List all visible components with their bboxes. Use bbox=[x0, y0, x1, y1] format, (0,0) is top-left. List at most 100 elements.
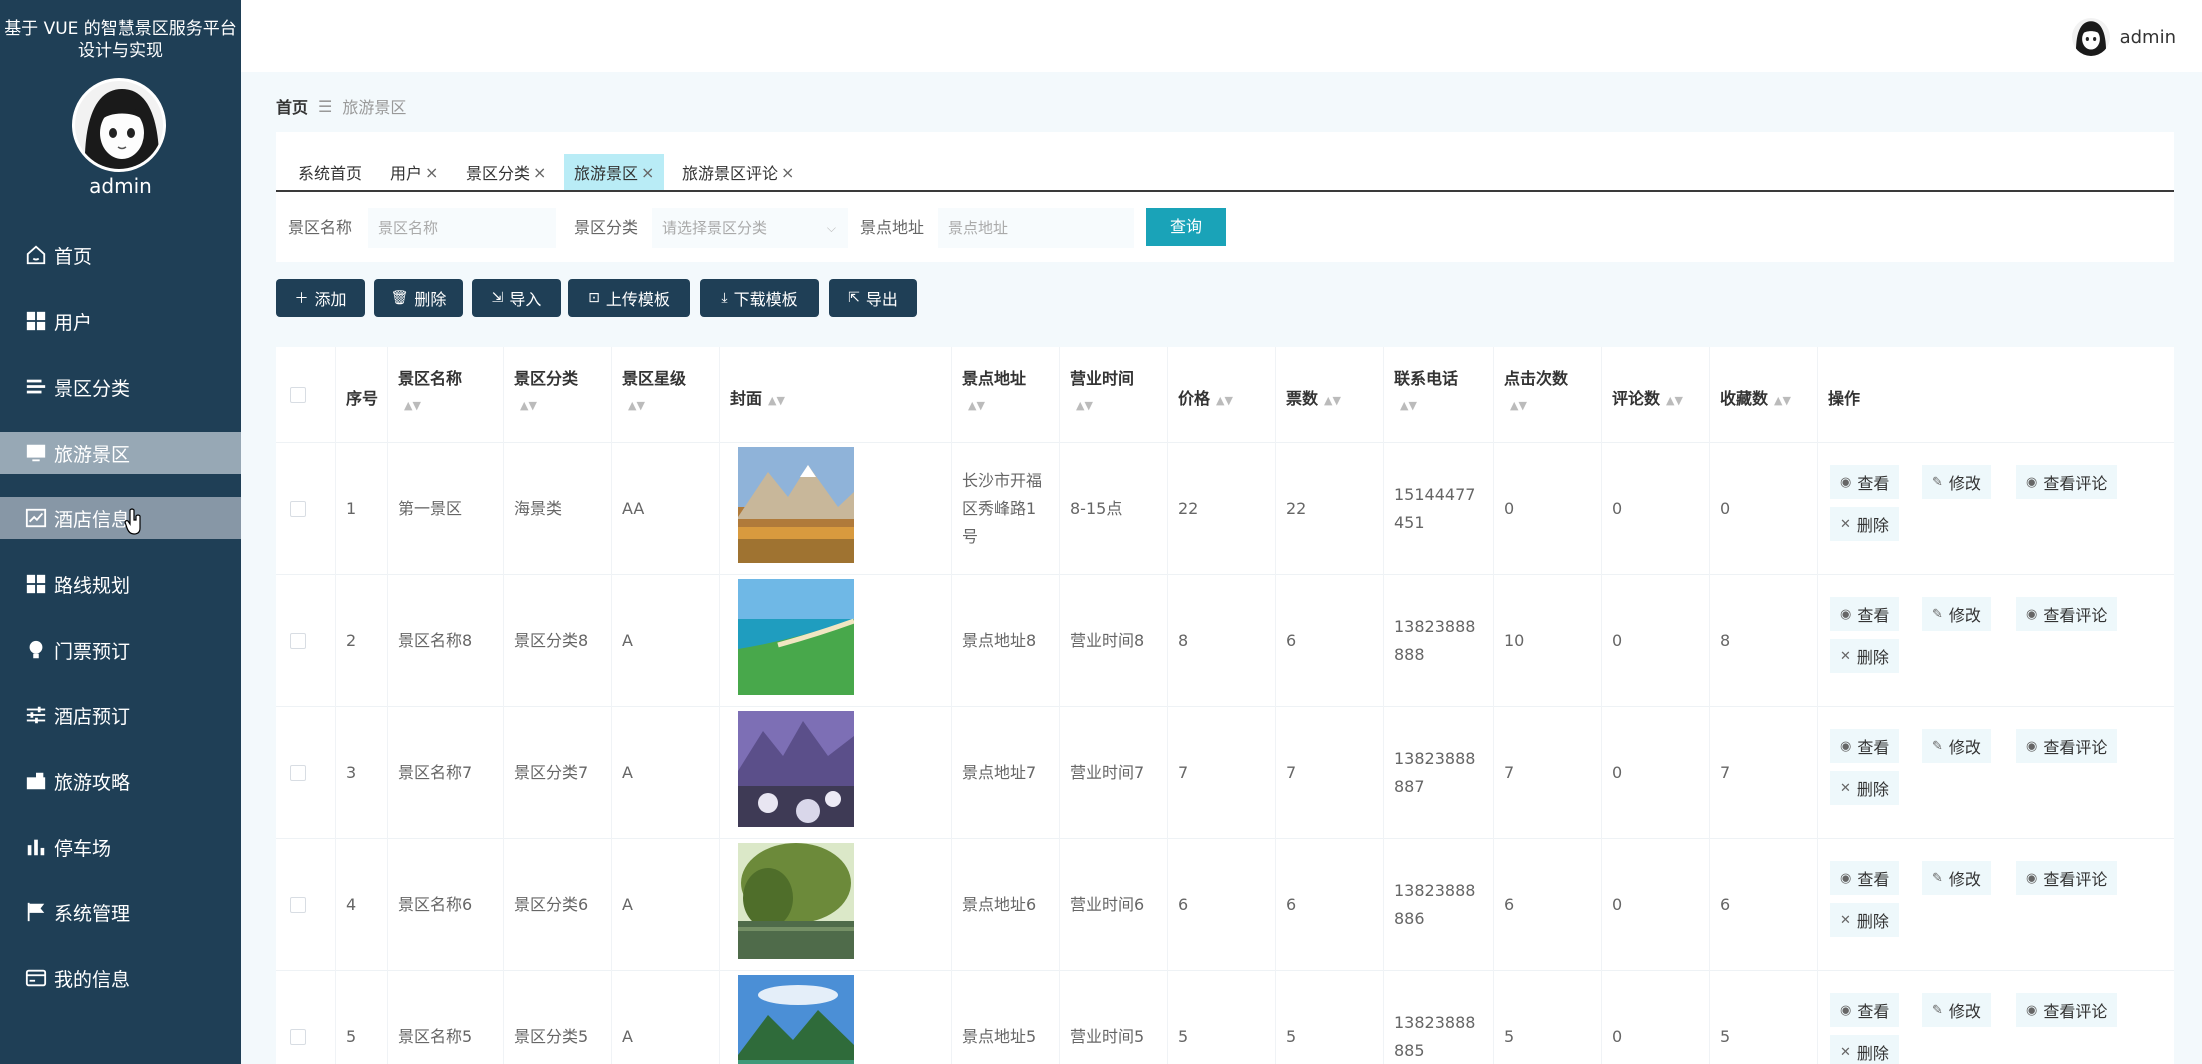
sidebar-item-parking[interactable]: 停车场 bbox=[0, 826, 241, 868]
close-icon[interactable]: × bbox=[781, 163, 794, 182]
cover-image[interactable] bbox=[738, 711, 854, 827]
sort-icon[interactable]: ▲▼ bbox=[1324, 394, 1341, 407]
query-button[interactable]: 查询 bbox=[1146, 208, 1226, 246]
header-actions: 操作 bbox=[1818, 347, 2174, 443]
sidebar-avatar[interactable] bbox=[72, 78, 166, 172]
tab-scenic[interactable]: 旅游景区 × bbox=[564, 154, 665, 190]
sort-icon[interactable]: ▲▼ bbox=[628, 399, 645, 412]
header-category[interactable]: 景区分类 ▲▼ bbox=[504, 347, 612, 443]
sidebar-item-home[interactable]: 首页 bbox=[0, 234, 241, 276]
row-checkbox[interactable] bbox=[290, 1029, 306, 1045]
category-filter-select[interactable]: 请选择景区分类 ⌵ bbox=[652, 208, 848, 248]
address-filter-input[interactable]: 景点地址 bbox=[938, 208, 1134, 248]
export-button[interactable]: ⇱ 导出 bbox=[829, 279, 917, 317]
view-action-button[interactable]: ◉ 查看 bbox=[1830, 861, 1900, 895]
sidebar-item-hotels[interactable]: 酒店信息 bbox=[0, 497, 241, 539]
sidebar-item-users[interactable]: 用户 bbox=[0, 300, 241, 342]
tab-home[interactable]: 系统首页 bbox=[288, 154, 372, 190]
sidebar-item-categories[interactable]: 景区分类 bbox=[0, 366, 241, 408]
cover-image[interactable] bbox=[738, 447, 854, 563]
filter-row: 景区名称 景区名称 景区分类 请选择景区分类 ⌵ 景点地址 景点地址 查询 bbox=[276, 208, 2174, 248]
download-template-label: 下载模板 bbox=[733, 290, 798, 309]
edit-action-button[interactable]: ✎ 修改 bbox=[1922, 993, 1991, 1027]
tab-categories[interactable]: 景区分类 × bbox=[456, 154, 556, 190]
view-action-button[interactable]: ◉ 查看 bbox=[1830, 729, 1900, 763]
header-favorites[interactable]: 收藏数 ▲▼ bbox=[1710, 347, 1818, 443]
close-icon[interactable]: × bbox=[641, 163, 654, 182]
header-name[interactable]: 景区名称 ▲▼ bbox=[388, 347, 504, 443]
sort-icon[interactable]: ▲▼ bbox=[1400, 399, 1417, 412]
select-all-checkbox[interactable] bbox=[290, 387, 306, 403]
edit-action-button[interactable]: ✎ 修改 bbox=[1922, 861, 1991, 895]
header-phone[interactable]: 联系电话 ▲▼ bbox=[1384, 347, 1494, 443]
tickets-cell: 7 bbox=[1276, 707, 1384, 839]
header-tickets[interactable]: 票数 ▲▼ bbox=[1276, 347, 1384, 443]
cover-image[interactable] bbox=[738, 843, 854, 959]
add-button[interactable]: ＋ 添加 bbox=[276, 279, 365, 317]
top-user-menu[interactable]: admin bbox=[2071, 18, 2176, 56]
tickets-value: 5 bbox=[1286, 1027, 1297, 1046]
view-comments-action-button[interactable]: ◉ 查看评论 bbox=[2016, 729, 2118, 763]
row-checkbox[interactable] bbox=[290, 765, 306, 781]
tab-users[interactable]: 用户 × bbox=[380, 154, 448, 190]
import-button[interactable]: ⇲ 导入 bbox=[472, 279, 561, 317]
upload-template-button[interactable]: ⊡ 上传模板 bbox=[568, 279, 690, 317]
header-clicks[interactable]: 点击次数 ▲▼ bbox=[1494, 347, 1602, 443]
view-comments-action-button[interactable]: ◉ 查看评论 bbox=[2016, 465, 2118, 499]
sort-icon[interactable]: ▲▼ bbox=[1774, 394, 1791, 407]
sort-icon[interactable]: ▲▼ bbox=[768, 394, 785, 407]
sort-icon[interactable]: ▲▼ bbox=[520, 399, 537, 412]
sort-icon[interactable]: ▲▼ bbox=[1216, 394, 1233, 407]
close-icon[interactable]: × bbox=[533, 163, 546, 182]
header-address[interactable]: 景点地址 ▲▼ bbox=[952, 347, 1060, 443]
cover-cell bbox=[720, 839, 952, 971]
edit-action-button[interactable]: ✎ 修改 bbox=[1922, 729, 1991, 763]
view-comments-action-button[interactable]: ◉ 查看评论 bbox=[2016, 597, 2118, 631]
sidebar-item-tickets[interactable]: 门票预订 bbox=[0, 629, 241, 671]
delete-action-button[interactable]: ✕ 删除 bbox=[1830, 639, 1899, 673]
cover-image[interactable] bbox=[738, 975, 854, 1064]
row-checkbox[interactable] bbox=[290, 897, 306, 913]
sort-icon[interactable]: ▲▼ bbox=[968, 399, 985, 412]
table-row: 3 景区名称7 景区分类7 A 景点地址7 营业时间7 7 7 13823888887 7 0 7 ◉ 查… bbox=[276, 707, 2174, 839]
sidebar-item-routes[interactable]: 路线规划 bbox=[0, 563, 241, 605]
address-cell: 长沙市开福区秀峰路1号 bbox=[952, 443, 1060, 575]
row-checkbox[interactable] bbox=[290, 501, 306, 517]
download-template-button[interactable]: ⤓ 下载模板 bbox=[700, 279, 819, 317]
sidebar-item-profile[interactable]: 我的信息 bbox=[0, 957, 241, 999]
sidebar-item-hotel-booking[interactable]: 酒店预订 bbox=[0, 694, 241, 736]
view-action-button[interactable]: ◉ 查看 bbox=[1830, 993, 1900, 1027]
sidebar-item-guides[interactable]: 旅游攻略 bbox=[0, 760, 241, 802]
sort-icon[interactable]: ▲▼ bbox=[404, 399, 421, 412]
comments-value: 0 bbox=[1612, 763, 1623, 782]
price-value: 8 bbox=[1178, 631, 1189, 650]
cover-image[interactable] bbox=[738, 579, 854, 695]
header-comments[interactable]: 评论数 ▲▼ bbox=[1602, 347, 1710, 443]
sidebar-item-scenic[interactable]: 旅游景区 bbox=[0, 432, 241, 474]
delete-action-button[interactable]: ✕ 删除 bbox=[1830, 903, 1899, 937]
view-action-button[interactable]: ◉ 查看 bbox=[1830, 597, 1900, 631]
view-comments-action-button[interactable]: ◉ 查看评论 bbox=[2016, 861, 2118, 895]
row-checkbox[interactable] bbox=[290, 633, 306, 649]
header-cover[interactable]: 封面 ▲▼ bbox=[720, 347, 952, 443]
breadcrumb-home[interactable]: 首页 bbox=[276, 94, 308, 118]
sort-icon[interactable]: ▲▼ bbox=[1076, 399, 1093, 412]
name-filter-input[interactable]: 景区名称 bbox=[368, 208, 556, 248]
export-button-label: 导出 bbox=[865, 290, 898, 309]
sidebar-item-system[interactable]: 系统管理 bbox=[0, 891, 241, 933]
header-hours[interactable]: 营业时间 ▲▼ bbox=[1060, 347, 1168, 443]
view-action-button[interactable]: ◉ 查看 bbox=[1830, 465, 1900, 499]
header-star[interactable]: 景区星级 ▲▼ bbox=[612, 347, 720, 443]
edit-action-button[interactable]: ✎ 修改 bbox=[1922, 597, 1991, 631]
edit-action-button[interactable]: ✎ 修改 bbox=[1922, 465, 1991, 499]
delete-action-button[interactable]: ✕ 删除 bbox=[1830, 1035, 1899, 1064]
delete-button[interactable]: 🗑 删除 bbox=[374, 279, 463, 317]
close-icon[interactable]: × bbox=[425, 163, 438, 182]
delete-action-button[interactable]: ✕ 删除 bbox=[1830, 771, 1899, 805]
sort-icon[interactable]: ▲▼ bbox=[1510, 399, 1527, 412]
tab-scenic-comments[interactable]: 旅游景区评论 × bbox=[672, 154, 804, 190]
header-price[interactable]: 价格 ▲▼ bbox=[1168, 347, 1276, 443]
delete-action-button[interactable]: ✕ 删除 bbox=[1830, 507, 1899, 541]
sort-icon[interactable]: ▲▼ bbox=[1666, 394, 1683, 407]
view-comments-action-button[interactable]: ◉ 查看评论 bbox=[2016, 993, 2118, 1027]
